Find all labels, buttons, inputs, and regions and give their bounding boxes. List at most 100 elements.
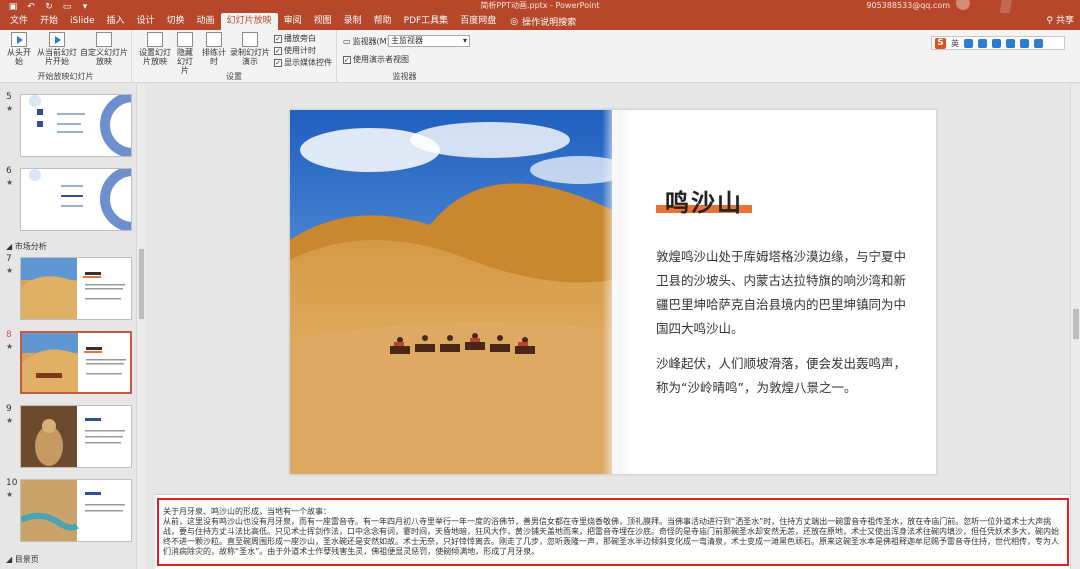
group-start-slideshow: 从头开始 从当前幻灯片开始 自定义幻灯片放映 开始放映幻灯片 [0, 30, 132, 83]
slide-number: 7 [6, 254, 12, 264]
timer-icon [206, 32, 222, 47]
tab-2[interactable]: iSlide [64, 13, 100, 30]
voice-icon[interactable] [978, 38, 987, 48]
slide-thumbnail[interactable] [20, 405, 132, 468]
slide-number: 5 [6, 92, 12, 102]
punctuation-icon[interactable] [964, 38, 973, 48]
custom-show-icon [96, 32, 112, 47]
ime-language[interactable]: 英 [951, 38, 959, 49]
desert-camel-photo[interactable] [290, 110, 612, 474]
tab-12[interactable]: PDF工具集 [398, 13, 455, 30]
thumb-5-graphic [29, 95, 131, 156]
presenter-view-checkbox[interactable]: ✓ 使用演示者视图 [343, 54, 409, 65]
slide-title[interactable]: 鸣沙山 [665, 183, 743, 218]
thumb-7-graphic [21, 258, 125, 319]
checkbox-checked: ✓ [274, 46, 282, 55]
tab-3[interactable]: 插入 [101, 13, 131, 30]
slide-thumbnail[interactable] [20, 479, 132, 542]
grid-icon[interactable] [1034, 38, 1043, 48]
group-setup: 设置幻灯片放映 隐藏幻灯片 排练计时 录制幻灯片演示 ✓ 播放旁白 ✓ 使用计时… [132, 30, 337, 83]
checkbox-checked: ✓ [274, 34, 282, 43]
setup-show-button[interactable]: 设置幻灯片放映 [136, 32, 174, 66]
window-controls [990, 0, 1080, 70]
from-current-button[interactable]: 从当前幻灯片开始 [36, 32, 78, 66]
slide-number: 9 [6, 404, 12, 414]
tab-8[interactable]: 审阅 [278, 13, 308, 30]
tab-10[interactable]: 录制 [338, 13, 368, 30]
show-media-controls-checkbox[interactable]: ✓ 显示媒体控件 [274, 57, 332, 68]
thumb-9-graphic [21, 406, 125, 467]
record-icon [242, 32, 258, 47]
group-label: 监视器 [392, 72, 417, 81]
slide-thumbnail-panel: 5 ★ 6 ★ ◢ 市场分析 7 ★ 8 ★ 9 ★ 10 ★ ◢ 目景页 [0, 84, 145, 569]
section-market-analysis[interactable]: ◢ 市场分析 [6, 241, 47, 252]
animation-star-icon: ★ [6, 266, 14, 275]
slide-number-active: 8 [6, 330, 12, 340]
tab-6[interactable]: 动画 [191, 13, 221, 30]
ime-toolbar[interactable]: S 英 [931, 36, 1065, 50]
setup-show-icon [147, 32, 163, 47]
animation-star-icon: ★ [6, 178, 14, 187]
tab-5[interactable]: 切换 [161, 13, 191, 30]
current-slide[interactable]: 鸣沙山 敦煌鸣沙山处于库姆塔格沙漠边缘，与宁夏中卫县的沙坡头、内蒙古达拉特旗的响… [290, 110, 936, 474]
thumbnail-scrollbar[interactable] [136, 84, 145, 569]
use-timings-checkbox[interactable]: ✓ 使用计时 [274, 45, 316, 56]
slide-thumbnail[interactable] [20, 94, 132, 157]
skin-icon[interactable] [1006, 38, 1015, 48]
speaker-notes-box[interactable]: 关于月牙泉、鸣沙山的形成，当地有一个故事： 从前，这里没有鸣沙山也没有月牙泉，而… [157, 498, 1069, 566]
shirt-icon[interactable] [1020, 38, 1029, 48]
thumb-6-graphic [29, 169, 131, 230]
slide-thumbnail[interactable] [20, 168, 132, 231]
notes-line-1: 关于月牙泉、鸣沙山的形成，当地有一个故事： [163, 507, 331, 516]
monitor-select[interactable]: 主监视器 ▾ [388, 35, 470, 47]
tab-11[interactable]: 帮助 [368, 13, 398, 30]
scrollbar-thumb[interactable] [1073, 309, 1079, 339]
custom-show-button[interactable]: 自定义幻灯片放映 [80, 32, 128, 66]
tell-me-search[interactable]: ◎ 操作说明搜索 [510, 13, 576, 30]
tab-1[interactable]: 开始 [34, 13, 64, 30]
tab-9[interactable]: 视图 [308, 13, 338, 30]
slide-thumbnail[interactable] [20, 257, 132, 320]
lightbulb-icon: ◎ [510, 16, 519, 27]
play-narration-checkbox[interactable]: ✓ 播放旁白 [274, 33, 316, 44]
title-bar: ▣ ↶ ↻ ▭ ▾ 简析PPT动画.pptx - PowerPoint 9053… [0, 0, 1080, 70]
slide-number: 6 [6, 166, 12, 176]
record-slideshow-button[interactable]: 录制幻灯片演示 [230, 32, 270, 66]
tab-7[interactable]: 幻灯片放映 [220, 13, 278, 30]
tab-0[interactable]: 文件 [4, 13, 34, 30]
notes-pane: 关于月牙泉、鸣沙山的形成，当地有一个故事： 从前，这里没有鸣沙山也没有月牙泉，而… [155, 494, 1070, 569]
slide-number: 10 [6, 478, 18, 488]
play-current-icon [49, 32, 65, 47]
thumb-10-graphic [21, 480, 125, 541]
animation-star-icon: ★ [6, 104, 14, 113]
from-start-button[interactable]: 从头开始 [4, 32, 34, 66]
chevron-down-icon: ▾ [462, 36, 467, 45]
slide-paragraph-1[interactable]: 敦煌鸣沙山处于库姆塔格沙漠边缘，与宁夏中卫县的沙坡头、内蒙古达拉特旗的响沙湾和新… [656, 245, 906, 341]
notes-line-2: 从前，这里没有鸣沙山也没有月牙泉，而有一座雷音寺。有一年四月初八寺里举行一年一度… [163, 517, 1059, 556]
slide-thumbnail-selected[interactable] [20, 331, 132, 394]
editor-scrollbar[interactable] [1070, 84, 1080, 569]
scrollbar-thumb[interactable] [139, 249, 144, 319]
tab-13[interactable]: 百度网盘 [454, 13, 502, 30]
ribbon-tabs: 文件 开始 iSlide 插入 设计 切换 动画 幻灯片放映 审阅 视图 录制 帮助 PDF工具集 百度网… [0, 13, 1080, 30]
account-email[interactable]: 905388533@qq.com [866, 0, 950, 11]
animation-star-icon: ★ [6, 342, 14, 351]
checkbox-checked: ✓ [274, 58, 282, 67]
monitor-icon: ▭ [343, 37, 351, 46]
group-label: 设置 [226, 72, 242, 81]
photo-fade-overlay [602, 110, 632, 474]
section-end[interactable]: ◢ 目景页 [6, 554, 39, 565]
share-button[interactable]: ⚲ 共享 [1046, 13, 1074, 30]
rehearse-timings-button[interactable]: 排练计时 [200, 32, 228, 66]
keyboard-icon[interactable] [992, 38, 1001, 48]
animation-star-icon: ★ [6, 490, 14, 499]
tab-4[interactable]: 设计 [131, 13, 161, 30]
person-icon: ⚲ [1046, 16, 1053, 26]
play-icon [11, 32, 27, 47]
hide-slide-button[interactable]: 隐藏幻灯片 [174, 32, 196, 75]
hide-slide-icon [177, 32, 193, 47]
monitor-label: ▭ 监视器(M): [343, 37, 393, 46]
checkbox-checked: ✓ [343, 55, 351, 64]
thumb-8-graphic [22, 333, 126, 392]
slide-paragraph-2[interactable]: 沙峰起伏，人们顺坡滑落，便会发出轰鸣声，称为“沙岭晴鸣”，为敦煌八景之一。 [656, 352, 906, 400]
